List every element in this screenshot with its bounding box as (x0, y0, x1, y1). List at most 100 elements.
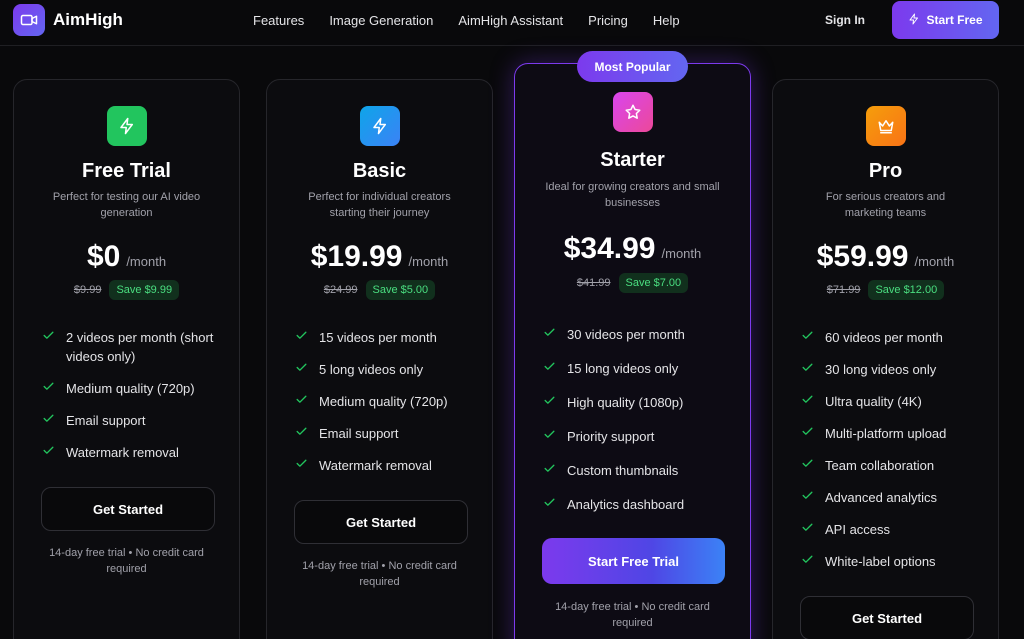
check-icon (802, 555, 813, 563)
brand-name: AimHigh (53, 10, 123, 29)
price-row: $59.99 /month (773, 240, 998, 274)
nav-image-generation[interactable]: Image Generation (329, 13, 433, 28)
get-started-button[interactable]: Get Started (800, 596, 974, 639)
feature-text: Medium quality (720p) (319, 394, 448, 409)
feature-text: Custom thumbnails (567, 463, 679, 478)
feature-text: Watermark removal (66, 445, 179, 460)
feature-item: Ultra quality (4K) (801, 392, 978, 411)
original-price: $24.99 (323, 284, 358, 296)
feature-item: Advanced analytics (801, 488, 978, 507)
plan-name: Starter (600, 149, 665, 171)
original-price: $9.99 (73, 284, 102, 296)
feature-text: 60 videos per month (825, 330, 943, 345)
feature-text: 15 videos per month (319, 330, 437, 345)
feature-list: 60 videos per month 30 long videos only … (801, 328, 978, 571)
price-row: $0 /month (14, 240, 239, 274)
price-period: /month (126, 254, 167, 269)
top-nav-bar: AimHigh Features Image Generation AimHig… (0, 0, 1024, 46)
plan-card-starter: Starter Ideal for growing creators and s… (514, 63, 751, 639)
check-icon (544, 362, 555, 370)
discount-row: $24.99 Save $5.00 (267, 280, 492, 300)
main-nav: Features Image Generation AimHigh Assist… (253, 13, 705, 28)
plan-name: Pro (868, 160, 903, 182)
star-icon (613, 92, 653, 132)
feature-item: Analytics dashboard (543, 495, 730, 514)
check-icon (802, 491, 813, 499)
feature-text: Medium quality (720p) (66, 381, 195, 396)
feature-text: Watermark removal (319, 458, 432, 473)
feature-text: White-label options (825, 554, 936, 569)
price-row: $34.99 /month (515, 232, 750, 266)
feature-item: Email support (295, 424, 472, 443)
start-free-button[interactable]: Start Free (892, 1, 999, 39)
check-icon (296, 395, 307, 403)
feature-item: 30 videos per month (543, 325, 730, 344)
save-badge: Save $5.00 (365, 280, 436, 300)
start-free-label: Start Free (926, 13, 983, 27)
feature-item: 30 long videos only (801, 360, 978, 379)
check-icon (544, 328, 555, 336)
get-started-button[interactable]: Get Started (41, 487, 215, 531)
feature-item: Watermark removal (42, 443, 219, 462)
check-icon (802, 427, 813, 435)
brand-logo[interactable]: AimHigh (13, 4, 123, 36)
plan-name: Basic (352, 160, 407, 182)
check-icon (296, 459, 307, 467)
feature-item: Priority support (543, 427, 730, 446)
check-icon (296, 427, 307, 435)
feature-text: Email support (66, 413, 146, 428)
trial-note: 14-day free trial • No credit card requi… (49, 547, 204, 575)
discount-row: $71.99 Save $12.00 (773, 280, 998, 300)
price-row: $19.99 /month (267, 240, 492, 274)
lightning-icon (107, 106, 147, 146)
check-icon (802, 395, 813, 403)
check-icon (544, 396, 555, 404)
feature-item: 5 long videos only (295, 360, 472, 379)
feature-list: 15 videos per month 5 long videos only M… (295, 328, 472, 475)
nav-aimhigh-assistant[interactable]: AimHigh Assistant (458, 13, 563, 28)
check-icon (296, 363, 307, 371)
plan-card-pro: Pro For serious creators and marketing t… (772, 79, 999, 639)
feature-item: 15 videos per month (295, 328, 472, 347)
start-free-trial-button[interactable]: Start Free Trial (542, 538, 725, 584)
feature-item: 60 videos per month (801, 328, 978, 347)
plan-price: $19.99 (310, 240, 403, 273)
check-icon (43, 446, 54, 454)
feature-item: Medium quality (720p) (295, 392, 472, 411)
nav-pricing[interactable]: Pricing (588, 13, 628, 28)
feature-text: Priority support (567, 429, 655, 444)
feature-item: Email support (42, 411, 219, 430)
video-camera-icon (13, 4, 45, 36)
original-price: $41.99 (576, 277, 611, 289)
feature-text: Team collaboration (825, 458, 935, 473)
feature-list: 30 videos per month 15 long videos only … (543, 325, 730, 514)
most-popular-badge: Most Popular (577, 51, 688, 82)
get-started-button[interactable]: Get Started (294, 500, 468, 544)
check-icon (802, 459, 813, 467)
feature-item: White-label options (801, 552, 978, 571)
feature-item: 2 videos per month (short videos only) (42, 328, 219, 366)
discount-row: $41.99 Save $7.00 (515, 273, 750, 293)
feature-text: API access (825, 522, 891, 537)
sign-in-link[interactable]: Sign In (825, 13, 865, 27)
feature-list: 2 videos per month (short videos only) M… (42, 328, 219, 462)
plan-price: $59.99 (816, 240, 909, 273)
feature-item: Medium quality (720p) (42, 379, 219, 398)
feature-text: Ultra quality (4K) (825, 394, 922, 409)
crown-icon (866, 106, 906, 146)
plan-name: Free Trial (82, 160, 171, 182)
check-icon (544, 498, 555, 506)
plan-description: Perfect for testing our AI video generat… (52, 191, 201, 219)
feature-text: 5 long videos only (319, 362, 424, 377)
plan-description: Ideal for growing creators and small bus… (545, 181, 720, 209)
feature-text: Advanced analytics (825, 490, 938, 505)
plan-description: Perfect for individual creators starting… (308, 191, 451, 219)
nav-help[interactable]: Help (653, 13, 680, 28)
check-icon (802, 363, 813, 371)
nav-features[interactable]: Features (253, 13, 304, 28)
check-icon (296, 331, 307, 339)
plan-description: For serious creators and marketing teams (825, 191, 946, 219)
check-icon (43, 414, 54, 422)
feature-text: 30 long videos only (825, 362, 937, 377)
price-period: /month (408, 254, 449, 269)
